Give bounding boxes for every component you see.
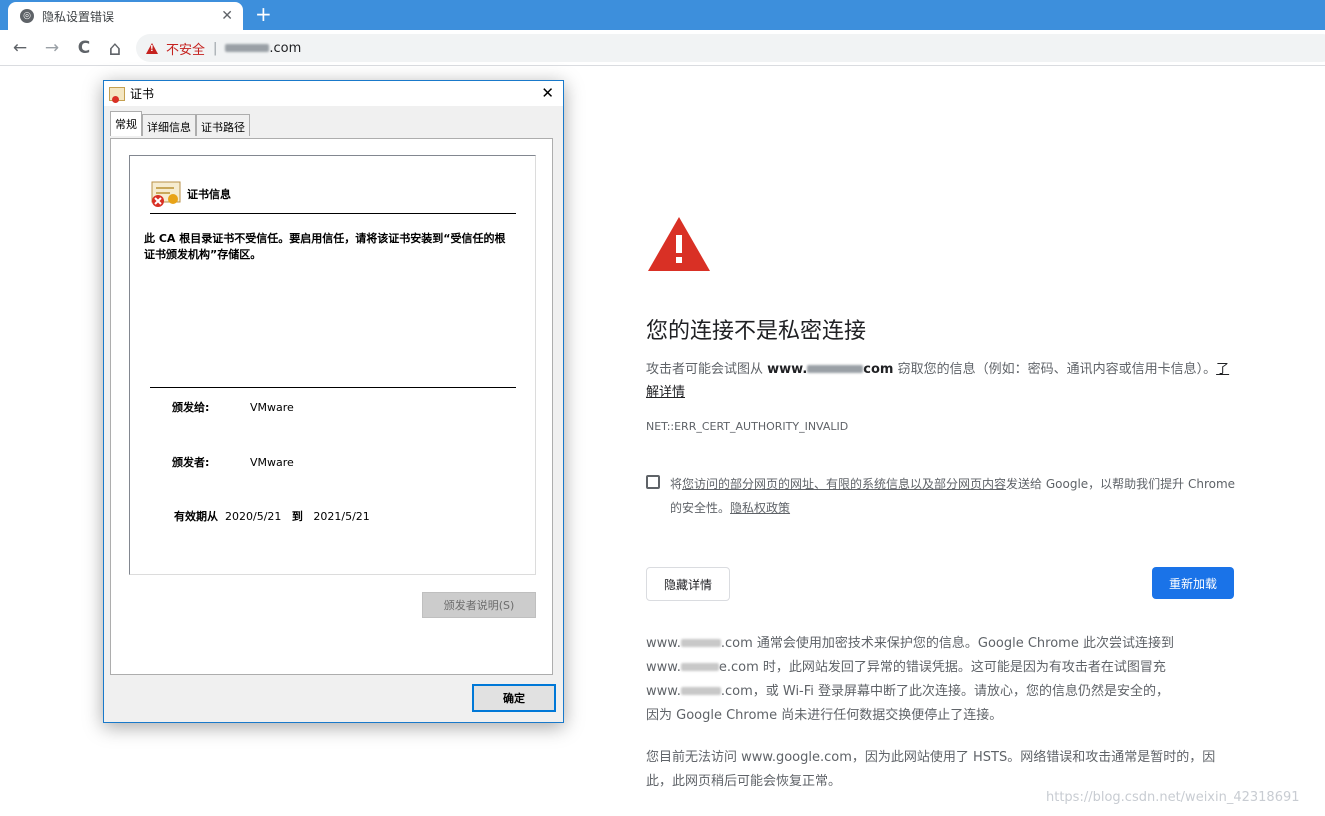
- hsts-paragraph: 您目前无法访问 www.google.com，因为此网站使用了 HSTS。网络错…: [646, 750, 1216, 789]
- issued-to-row: 颁发给: VMware: [172, 399, 294, 415]
- tab-cert-path[interactable]: 证书路径: [196, 114, 250, 136]
- security-status[interactable]: 不安全: [166, 39, 205, 58]
- dialog-title: 证书: [130, 87, 155, 101]
- reload-icon[interactable]: C: [72, 36, 96, 60]
- dialog-titlebar[interactable]: 证书 ✕: [104, 81, 563, 106]
- trust-message: 此 CA 根目录证书不受信任。要启用信任，请将该证书安装到“受信任的根证书颁发机…: [144, 232, 506, 261]
- redacted-host: [680, 687, 721, 695]
- detail-text: 因为 Google Chrome 尚未进行任何数据交换便停止了连接。: [646, 708, 1003, 723]
- desc-host-end: com: [863, 362, 894, 377]
- warning-triangle-icon: [648, 217, 710, 271]
- tab-title: 隐私设置错误: [42, 9, 115, 24]
- browser-toolbar: ← → C ⌂ 不安全 | .com: [0, 30, 1325, 66]
- main-message: 攻击者可能会试图从 www. com 窃取您的信息（例如：密码、通讯内容或信用卡信…: [646, 358, 1236, 404]
- detail-text: www.: [646, 636, 681, 651]
- redacted-host: [680, 639, 721, 647]
- browser-tab[interactable]: ◎ 隐私设置错误 ✕: [8, 2, 243, 30]
- certificate-error-icon: [151, 181, 181, 207]
- reload-button[interactable]: 重新加载: [1152, 567, 1234, 599]
- error-code: NET::ERR_CERT_AUTHORITY_INVALID: [646, 420, 849, 433]
- ok-button[interactable]: 确定: [472, 684, 556, 712]
- desc-host: www. com: [767, 362, 893, 377]
- valid-to: 2021/5/21: [313, 510, 370, 523]
- details-paragraph: www. .com 通常会使用加密技术来保护您的信息。Google Chrome …: [646, 632, 1236, 728]
- certificate-dialog: 证书 ✕ 常规 详细信息 证书路径 证书信息 此 CA 根目录证书不受信任。要启…: [103, 80, 564, 723]
- redacted-host: [680, 663, 719, 671]
- issued-by-row: 颁发者: VMware: [172, 454, 294, 470]
- desc-host-start: www.: [767, 362, 808, 377]
- issued-to-label: 颁发给:: [172, 401, 210, 414]
- certificate-info-box: 证书信息 此 CA 根目录证书不受信任。要启用信任，请将该证书安装到“受信任的根…: [129, 155, 536, 575]
- general-panel: 证书信息 此 CA 根目录证书不受信任。要启用信任，请将该证书安装到“受信任的根…: [110, 138, 553, 675]
- certificate-icon: [109, 86, 125, 103]
- close-tab-icon[interactable]: ✕: [221, 8, 233, 24]
- url-text: .com: [269, 40, 302, 56]
- detail-text: .com，或 Wi-Fi 登录屏幕中断了此次连接。请放心，您的信息仍然是安全的，: [720, 684, 1170, 699]
- desc-prefix: 攻击者可能会试图从: [646, 362, 768, 377]
- desc-suffix: 窃取您的信息（例如：密码、通讯内容或信用卡信息）。: [893, 362, 1217, 377]
- detail-text: www.: [646, 660, 681, 675]
- tab-details[interactable]: 详细信息: [142, 114, 196, 136]
- optin-text: 将: [670, 477, 683, 491]
- valid-from: 2020/5/21: [225, 510, 282, 523]
- divider: [150, 387, 516, 388]
- optin-checkbox[interactable]: [646, 475, 660, 489]
- forward-arrow-icon[interactable]: →: [40, 36, 64, 60]
- redacted-host: [807, 365, 864, 373]
- issued-to-value: VMware: [250, 401, 294, 414]
- tab-general[interactable]: 常规: [110, 111, 142, 136]
- warning-icon: [146, 42, 158, 54]
- url-separator: |: [213, 40, 218, 56]
- hide-details-button[interactable]: 隐藏详情: [646, 567, 730, 601]
- issued-by-label: 颁发者:: [172, 456, 210, 469]
- watermark: https://blog.csdn.net/weixin_42318691: [1046, 790, 1300, 805]
- privacy-policy-link[interactable]: 隐私权政策: [730, 501, 790, 515]
- back-arrow-icon[interactable]: ←: [8, 36, 32, 60]
- section-title: 证书信息: [187, 188, 231, 201]
- safe-browsing-optin: 将您访问的部分网页的网址、有限的系统信息以及部分网页内容发送给 Google，以…: [646, 472, 1236, 520]
- page-title: 您的连接不是私密连接: [646, 319, 867, 344]
- home-icon[interactable]: ⌂: [103, 36, 127, 60]
- detail-text: e.com 时，此网站发回了异常的错误凭据。这可能是因为有攻击者在试图冒充: [718, 660, 1166, 675]
- detail-text: www.: [646, 684, 681, 699]
- close-icon[interactable]: ✕: [541, 84, 554, 102]
- divider: [150, 213, 516, 214]
- address-bar[interactable]: 不安全 | .com: [136, 34, 1325, 62]
- new-tab-button[interactable]: +: [255, 3, 272, 25]
- issued-by-value: VMware: [250, 456, 294, 469]
- tab-strip: ◎ 隐私设置错误 ✕ +: [0, 0, 1325, 30]
- optin-details-link[interactable]: 您访问的部分网页的网址、有限的系统信息以及部分网页内容: [682, 477, 1006, 491]
- dialog-tabs: 常规 详细信息 证书路径: [110, 111, 250, 136]
- issuer-statement-button[interactable]: 颁发者说明(S): [422, 592, 536, 618]
- redacted-host: [225, 44, 270, 52]
- validity-row: 有效期从 2020/5/21 到 2021/5/21: [174, 508, 370, 524]
- validity-label: 有效期从: [174, 510, 218, 523]
- detail-text: .com 通常会使用加密技术来保护您的信息。Google Chrome 此次尝试…: [720, 636, 1174, 651]
- validity-to: 到: [291, 510, 303, 523]
- globe-icon: ◎: [20, 9, 34, 23]
